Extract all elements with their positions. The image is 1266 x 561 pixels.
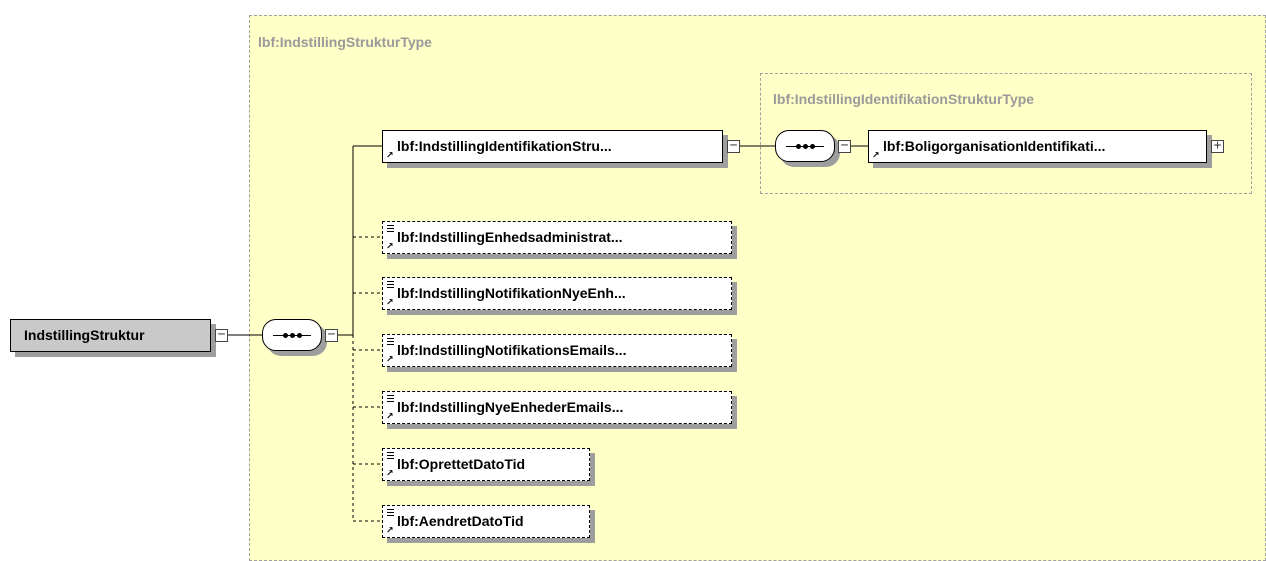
documentation-icon	[387, 281, 394, 288]
inner-child-label: lbf:BoligorganisationIdentifikati...	[883, 138, 1106, 154]
inner-sequence-compositor[interactable]	[775, 130, 835, 162]
reference-arrow-icon: ↗	[386, 297, 394, 307]
collapse-toggle-inner-sequence[interactable]: −	[838, 139, 851, 153]
documentation-icon	[387, 338, 394, 345]
child-element-1[interactable]: ↗ lbf:IndstillingIdentifikationStru...	[382, 130, 723, 163]
inner-child-element[interactable]: ↗ lbf:BoligorganisationIdentifikati...	[868, 130, 1207, 163]
collapse-toggle-child-1[interactable]: −	[727, 139, 740, 153]
collapse-toggle-root[interactable]: −	[215, 328, 228, 342]
documentation-icon	[387, 225, 394, 232]
reference-arrow-icon: ↗	[386, 150, 394, 160]
outer-type-label: lbf:IndstillingStrukturType	[258, 34, 432, 50]
child-element-label: lbf:IndstillingNotifikationsEmails...	[397, 342, 627, 358]
child-element-label: lbf:AendretDatoTid	[397, 513, 524, 529]
documentation-icon	[387, 395, 394, 402]
child-element-label: lbf:IndstillingNotifikationNyeEnh...	[397, 285, 626, 301]
reference-arrow-icon: ↗	[386, 354, 394, 364]
reference-arrow-icon: ↗	[872, 150, 880, 160]
child-element-label: lbf:IndstillingIdentifikationStru...	[397, 138, 612, 154]
child-element-4[interactable]: ↗ lbf:IndstillingNotifikationsEmails...	[382, 334, 732, 367]
reference-arrow-icon: ↗	[386, 241, 394, 251]
child-element-3[interactable]: ↗ lbf:IndstillingNotifikationNyeEnh...	[382, 277, 732, 310]
sequence-compositor[interactable]	[262, 319, 322, 351]
root-element-label: IndstillingStruktur	[24, 327, 145, 343]
reference-arrow-icon: ↗	[386, 525, 394, 535]
reference-arrow-icon: ↗	[386, 468, 394, 478]
child-element-5[interactable]: ↗ lbf:IndstillingNyeEnhederEmails...	[382, 391, 732, 424]
child-element-2[interactable]: ↗ lbf:IndstillingEnhedsadministrat...	[382, 221, 732, 254]
child-element-label: lbf:IndstillingEnhedsadministrat...	[397, 229, 623, 245]
documentation-icon	[387, 452, 394, 459]
reference-arrow-icon: ↗	[386, 411, 394, 421]
child-element-6[interactable]: ↗ lbf:OprettetDatoTid	[382, 448, 590, 481]
inner-type-label: lbf:IndstillingIdentifikationStrukturTyp…	[773, 91, 1035, 107]
child-element-7[interactable]: ↗ lbf:AendretDatoTid	[382, 505, 590, 538]
collapse-toggle-sequence[interactable]: −	[325, 328, 338, 342]
child-element-label: lbf:OprettetDatoTid	[397, 456, 526, 472]
schema-diagram: lbf:IndstillingStrukturType lbf:Indstill…	[0, 0, 1266, 561]
root-element[interactable]: IndstillingStruktur	[10, 319, 211, 352]
expand-toggle-inner-child[interactable]: +	[1211, 139, 1224, 153]
child-element-label: lbf:IndstillingNyeEnhederEmails...	[397, 399, 624, 415]
documentation-icon	[387, 509, 394, 516]
